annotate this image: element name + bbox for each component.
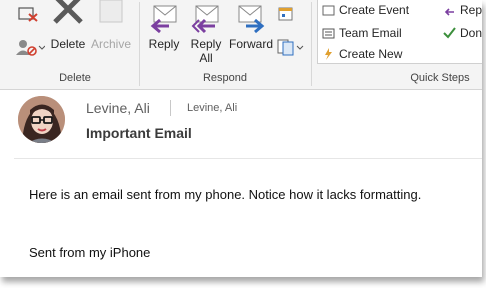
quick-step-reply-label: Reply xyxy=(460,3,482,17)
ignore-icon xyxy=(18,7,38,22)
ribbon-separator xyxy=(139,2,140,86)
archive-button-label: Archive xyxy=(90,37,131,51)
reply-button-label: Reply xyxy=(148,37,180,51)
junk-icon xyxy=(16,40,45,56)
header-divider xyxy=(14,158,482,159)
done-check-icon xyxy=(443,27,456,39)
reply-small-icon xyxy=(444,8,454,16)
outlook-window: Delete Archive Delete Reply Reply All Fo… xyxy=(0,0,482,277)
quick-step-reply[interactable]: Reply xyxy=(443,3,482,17)
respond-group-label: Respond xyxy=(202,72,248,84)
delete-group-label: Delete xyxy=(59,72,91,84)
team-email-icon xyxy=(322,28,335,39)
meeting-icon xyxy=(278,7,293,21)
ribbon: Delete Archive Delete Reply Reply All Fo… xyxy=(0,0,482,90)
reply-all-label-line2: All xyxy=(199,51,213,65)
reply-all-label-line1: Reply xyxy=(190,37,222,51)
quick-step-team-email-label: Team Email xyxy=(339,26,402,40)
quick-steps-group-label: Quick Steps xyxy=(410,72,470,84)
reply-all-button[interactable]: Reply All xyxy=(187,0,225,68)
quick-step-done-label: Done xyxy=(460,26,482,40)
reply-all-icon xyxy=(191,5,219,34)
reply-button[interactable]: Reply xyxy=(146,0,182,60)
quick-step-team-email[interactable]: Team Email xyxy=(322,26,402,40)
quick-steps-gallery: Create Event Reply Team Email Done Creat… xyxy=(317,0,482,64)
quick-step-create-event[interactable]: Create Event xyxy=(322,3,409,17)
ignore-button[interactable] xyxy=(16,6,40,26)
create-new-icon xyxy=(325,48,332,60)
recipient-name[interactable]: Levine, Ali xyxy=(187,102,237,114)
forward-icon xyxy=(238,5,265,34)
ribbon-separator xyxy=(311,2,312,86)
delete-button-label: Delete xyxy=(50,37,86,51)
meeting-reply-button[interactable] xyxy=(277,6,295,24)
header-separator xyxy=(170,100,171,116)
quick-step-create-new-label: Create New xyxy=(339,47,403,61)
junk-button[interactable] xyxy=(15,38,45,58)
quick-step-create-event-label: Create Event xyxy=(339,3,410,17)
calendar-icon xyxy=(322,5,335,16)
forward-button-label: Forward xyxy=(228,37,273,51)
sender-name[interactable]: Levine, Ali xyxy=(86,100,150,116)
email-body-line: Here is an email sent from my phone. Not… xyxy=(29,187,422,202)
archive-button[interactable]: Archive xyxy=(90,0,132,60)
archive-icon xyxy=(99,0,123,23)
more-respond-icon xyxy=(277,39,304,56)
reply-icon xyxy=(150,5,177,34)
email-subject: Important Email xyxy=(86,125,192,141)
quick-step-create-new[interactable]: Create New xyxy=(322,47,402,61)
avatar-photo xyxy=(18,96,65,143)
email-signature-line: Sent from my iPhone xyxy=(29,245,151,260)
delete-button[interactable]: Delete xyxy=(49,0,87,60)
delete-x-icon xyxy=(53,0,83,24)
forward-button[interactable]: Forward xyxy=(227,0,275,60)
more-respond-button[interactable] xyxy=(277,38,305,58)
sender-avatar xyxy=(18,96,65,143)
quick-step-done[interactable]: Done xyxy=(443,26,482,40)
